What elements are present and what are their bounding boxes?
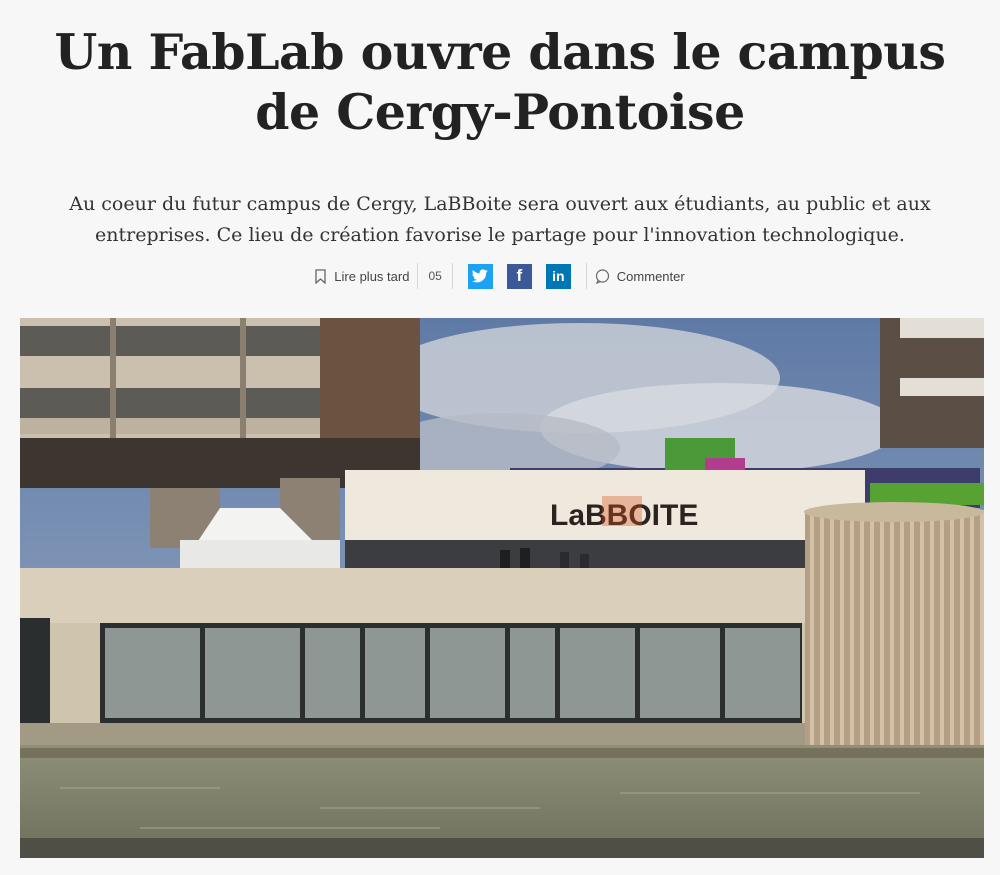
- share-count: 05: [428, 269, 442, 283]
- facebook-share-button[interactable]: f: [506, 263, 532, 289]
- campus-photo-illustration: LaBBOITE: [20, 318, 984, 858]
- article-title: Un FabLab ouvre dans le campus de Cergy-…: [54, 23, 946, 141]
- article-lead: Au coeur du futur campus de Cergy, LaBBo…: [69, 193, 931, 246]
- article-photo: LaBBOITE: [20, 318, 984, 858]
- read-later-button[interactable]: Lire plus tard: [315, 262, 409, 290]
- labboite-sign: LaBBOITE: [550, 496, 698, 532]
- read-later-label: Lire plus tard: [334, 268, 410, 284]
- toolbar-divider: [585, 263, 587, 289]
- article-toolbar: Lire plus tard 05 f in Commenter: [0, 262, 1000, 290]
- article: Un FabLab ouvre dans le campus de Cergy-…: [0, 0, 1000, 875]
- comment-label: Commenter: [616, 268, 685, 284]
- comment-bubble-icon: [595, 268, 609, 284]
- linkedin-icon: in: [552, 268, 565, 284]
- twitter-icon: [472, 269, 489, 283]
- twitter-share-button[interactable]: [467, 263, 493, 289]
- bookmark-icon: [315, 268, 326, 284]
- toolbar-divider: [451, 263, 453, 289]
- linkedin-share-button[interactable]: in: [545, 263, 571, 289]
- facebook-icon: f: [516, 266, 523, 285]
- toolbar-divider: [417, 263, 419, 289]
- comment-button[interactable]: Commenter: [595, 262, 685, 290]
